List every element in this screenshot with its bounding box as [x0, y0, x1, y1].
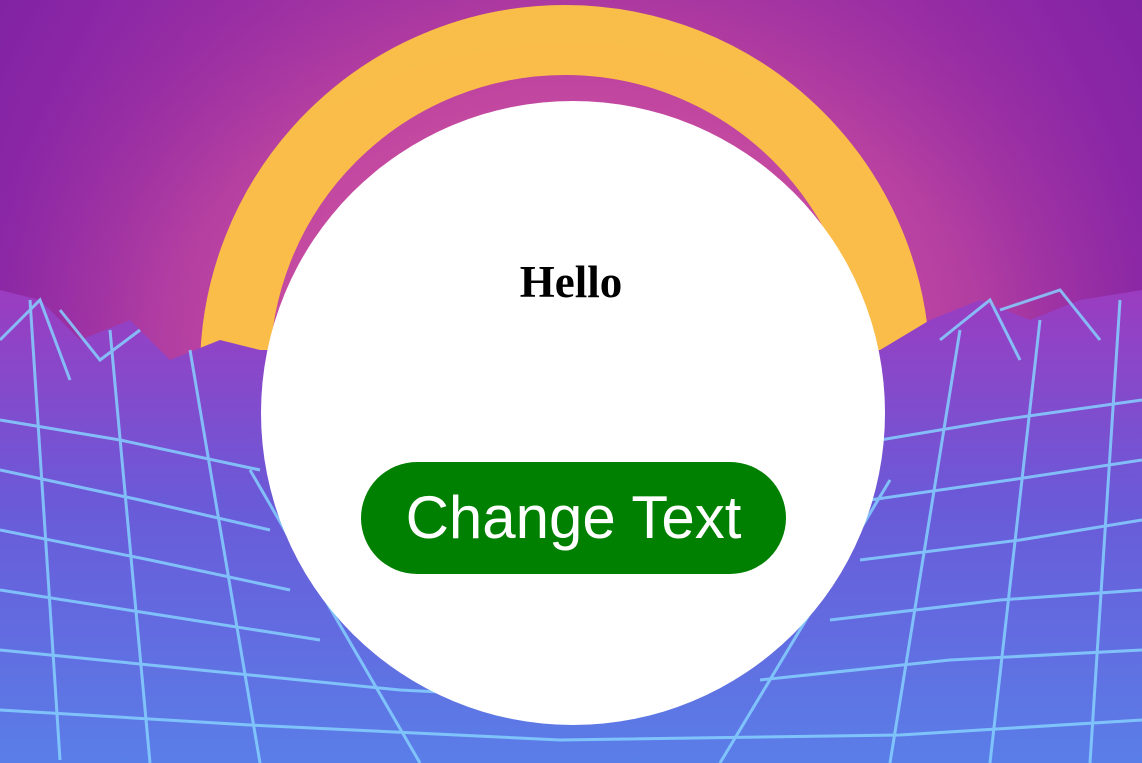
change-text-button[interactable]: Change Text	[361, 462, 786, 574]
circular-card	[261, 101, 885, 725]
greeting-heading: Hello	[519, 257, 623, 307]
